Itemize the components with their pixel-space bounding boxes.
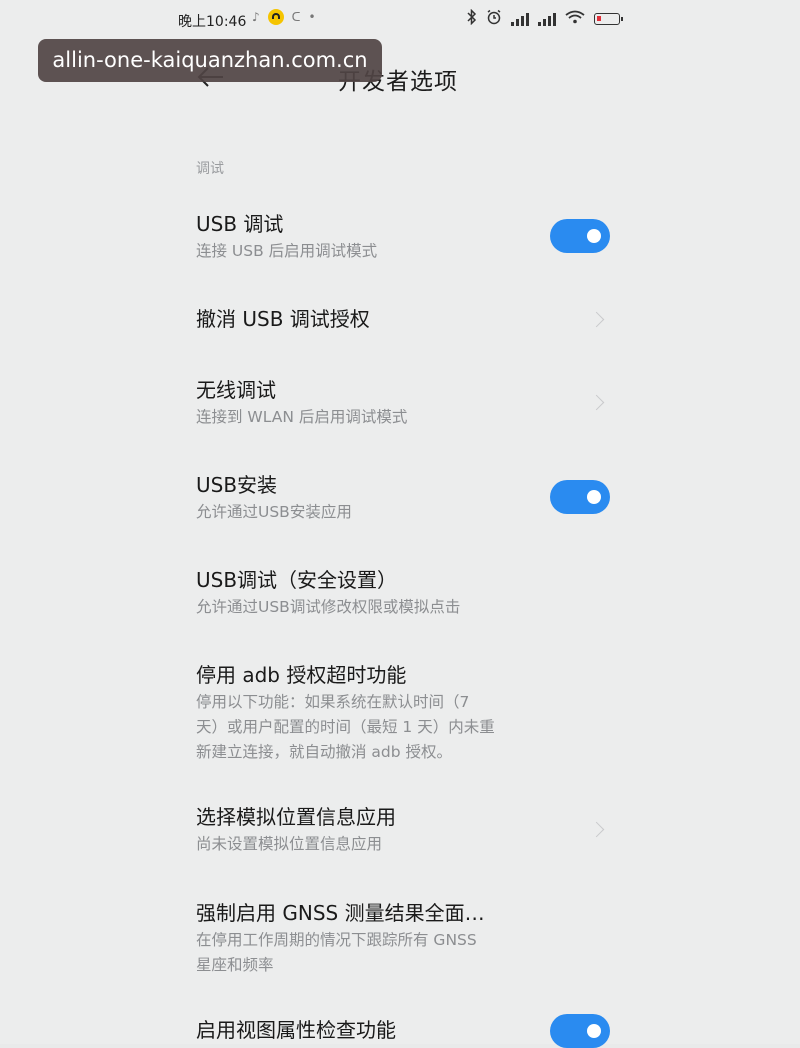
setting-subtitle: 允许通过USB安装应用 <box>196 503 352 521</box>
mute-icon: ♪ <box>252 10 260 24</box>
search-icon: ᑕ <box>291 10 301 24</box>
setting-title: USB调试（安全设置） <box>196 568 398 592</box>
setting-title: 停用 adb 授权超时功能 <box>196 663 407 687</box>
setting-title: USB安装 <box>196 473 278 497</box>
bluetooth-icon <box>467 8 477 29</box>
usb-install-toggle[interactable] <box>550 480 610 514</box>
setting-subtitle: 连接 USB 后启用调试模式 <box>196 242 378 260</box>
wifi-icon <box>565 10 585 28</box>
setting-subtitle-line: 停用以下功能：如果系统在默认时间（7 <box>196 693 470 711</box>
setting-subtitle-line: 在停用工作周期的情况下跟踪所有 GNSS <box>196 931 477 949</box>
setting-title: 无线调试 <box>196 378 276 402</box>
section-label: 调试 <box>196 161 224 177</box>
status-right-icons <box>467 8 623 29</box>
setting-subtitle-line: 天）或用户配置的时间（最短 1 天）内未重 <box>196 718 495 736</box>
app-notification-icon <box>267 9 284 25</box>
setting-title: 启用视图属性检查功能 <box>196 1018 396 1042</box>
signal-icon <box>511 12 529 26</box>
dot-icon: • <box>308 10 316 24</box>
setting-title: USB 调试 <box>196 212 284 236</box>
status-left-icons: ♪ ᑕ • <box>252 9 316 25</box>
status-time: 晚上10:46 <box>178 14 247 30</box>
setting-view-attribute-inspection[interactable]: 启用视图属性检查功能 <box>196 1014 610 1048</box>
status-bar: 晚上10:46 ♪ ᑕ • <box>0 0 800 40</box>
setting-usb-install[interactable]: USB安装 允许通过USB安装应用 <box>196 472 610 528</box>
battery-icon <box>594 13 623 25</box>
signal-hd-icon <box>538 12 556 26</box>
setting-usb-debugging-security[interactable]: USB调试（安全设置） 允许通过USB调试修改权限或模拟点击 <box>196 567 610 623</box>
setting-wireless-debugging[interactable]: 无线调试 连接到 WLAN 后启用调试模式 <box>196 377 610 433</box>
alarm-icon <box>486 9 502 29</box>
setting-revoke-usb-auth[interactable]: 撤消 USB 调试授权 <box>196 306 610 336</box>
setting-title: 强制启用 GNSS 测量结果全面… <box>196 901 485 925</box>
setting-subtitle: 允许通过USB调试修改权限或模拟点击 <box>196 598 461 616</box>
setting-mock-location-app[interactable]: 选择模拟位置信息应用 尚未设置模拟位置信息应用 <box>196 804 610 860</box>
setting-subtitle-line: 新建立连接，就自动撤消 adb 授权。 <box>196 743 453 761</box>
setting-usb-debugging[interactable]: USB 调试 连接 USB 后启用调试模式 <box>196 211 610 267</box>
setting-disable-adb-timeout[interactable]: 停用 adb 授权超时功能 停用以下功能：如果系统在默认时间（7 天）或用户配置… <box>196 662 610 762</box>
setting-subtitle-line: 星座和频率 <box>196 956 274 974</box>
watermark-banner: allin-one-kaiquanzhan.com.cn <box>38 39 382 82</box>
setting-title: 撤消 USB 调试授权 <box>196 307 370 331</box>
setting-subtitle: 尚未设置模拟位置信息应用 <box>196 835 383 853</box>
setting-force-gnss-measurements[interactable]: 强制启用 GNSS 测量结果全面… 在停用工作周期的情况下跟踪所有 GNSS 星… <box>196 900 610 976</box>
view-attribute-toggle[interactable] <box>550 1014 610 1048</box>
settings-screen: 晚上10:46 ♪ ᑕ • allin-one-kaiquanzhan.com.… <box>0 0 800 1048</box>
usb-debugging-toggle[interactable] <box>550 219 610 253</box>
setting-subtitle: 连接到 WLAN 后启用调试模式 <box>196 408 408 426</box>
setting-title: 选择模拟位置信息应用 <box>196 805 396 829</box>
